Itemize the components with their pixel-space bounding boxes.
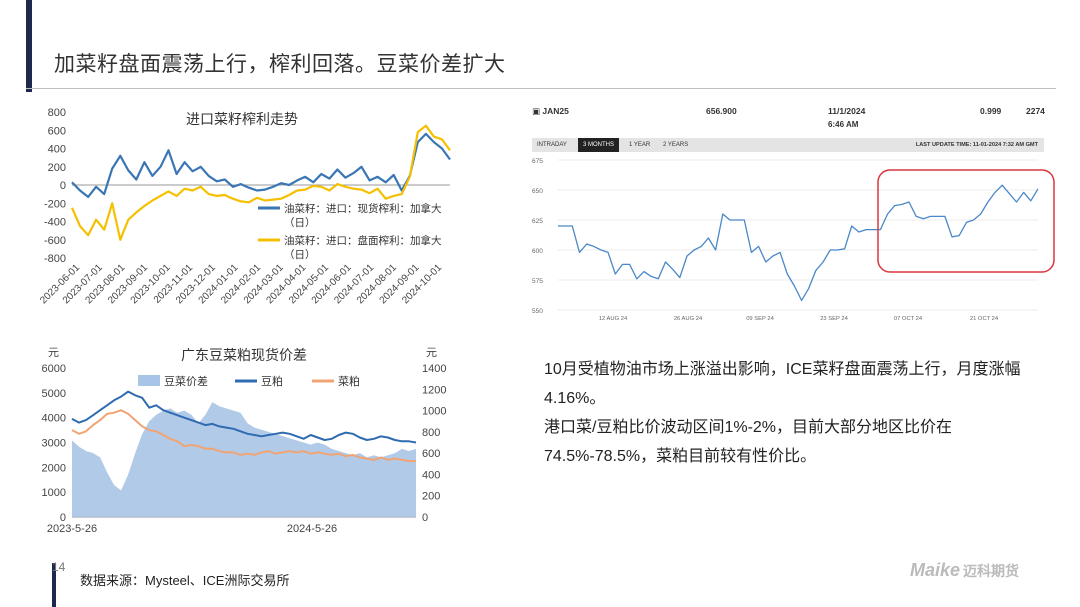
y-tick-label: -600: [44, 235, 66, 247]
x-tick-label: 09 SEP 24: [746, 316, 774, 322]
y-tick-label-left: 4000: [42, 413, 66, 425]
y-tick-label: 550: [532, 308, 543, 315]
highlight-box: [877, 169, 1055, 273]
tab-intraday[interactable]: INTRADAY: [532, 138, 572, 152]
legend-label-3: 菜粕: [338, 374, 360, 388]
y-tick-label-right: 1000: [422, 406, 446, 418]
legend-label-1-cont: （日）: [284, 217, 316, 229]
legend-label-1: 豆菜价差: [164, 374, 208, 388]
tab-2-years[interactable]: 2 YEARS: [658, 138, 693, 152]
ice-change: 0.999: [980, 106, 1002, 116]
legend-label-2: 豆粕: [261, 374, 283, 388]
price-line: [558, 184, 1039, 302]
title-divider: [26, 88, 1056, 89]
y-tick-label: 200: [48, 162, 66, 174]
meal-spread-chart: 元 元 广东豆菜粕现货价差 6000 5000 4000 3000 2000 1000 0 1400…: [42, 347, 447, 535]
logo-cn: 迈科期货: [963, 563, 1020, 579]
y-tick-label: 600: [532, 248, 543, 255]
y-tick-label: 650: [532, 188, 543, 195]
slide-title: 加菜籽盘面震荡上行，榨利回落。豆菜价差扩大: [54, 53, 506, 76]
y-tick-label-right: 1200: [422, 384, 446, 396]
crush-margin-chart: 进口菜籽榨利走势8006004002000-200-400-600-800202…: [38, 107, 451, 306]
x-tick-label: 07 OCT 24: [894, 316, 923, 322]
maike-logo: Maike 迈科期货: [910, 560, 1019, 581]
legend-label-2-cont: （日）: [284, 249, 316, 261]
ice-price-chart: 675 650 625 600 575 550 12 AUG 24 26 AUG 24 09 S…: [532, 158, 1055, 322]
chart-title: 广东豆菜粕现货价差: [181, 347, 307, 363]
page-number: 14: [52, 560, 66, 574]
logo-text: Maike: [910, 560, 961, 580]
y-tick-label-left: 2000: [42, 462, 66, 474]
y-tick-label: 0: [60, 180, 66, 192]
y-tick-label: 800: [48, 107, 66, 119]
y-tick-label: 575: [532, 278, 543, 285]
series-line-2: [70, 124, 451, 241]
y-tick-label-right: 400: [422, 469, 440, 481]
y-tick-label-left: 5000: [42, 388, 66, 400]
y-tick-label-right: 800: [422, 427, 440, 439]
commentary-paragraph-2: 港口菜/豆粕比价波动区间1%-2%，目前大部分地区比价在74.5%-78.5%，…: [544, 419, 953, 465]
ice-header: ▣ JAN25 656.900 11/1/2024 0.999 2274: [528, 100, 1048, 130]
ice-range-tabs: INTRADAY 3 MONTHS 1 YEAR 2 YEARS LAST UP…: [532, 138, 1044, 152]
x-tick-label: 2024-5-26: [287, 523, 337, 535]
commentary: 10月受植物油市场上涨溢出影响，ICE菜籽盘面震荡上行，月度涨幅4.16%。 港…: [544, 355, 1044, 471]
legend-label-1: 油菜籽：进口：现货榨利：加拿大: [284, 202, 442, 215]
commentary-paragraph-1: 10月受植物油市场上涨溢出影响，ICE菜籽盘面震荡上行，月度涨幅4.16%。: [544, 361, 1021, 407]
y-tick-label: -400: [44, 217, 66, 229]
x-tick-label: 21 OCT 24: [970, 316, 999, 322]
y-axis-unit-left: 元: [48, 347, 59, 359]
series-area-spread: [72, 402, 416, 517]
y-tick-label-right: 1400: [422, 363, 446, 375]
y-tick-label-left: 1000: [42, 487, 66, 499]
y-tick-label-right: 600: [422, 448, 440, 460]
ice-price: 656.900: [706, 106, 737, 116]
y-tick-label-right: 0: [422, 512, 428, 524]
tab-1-year[interactable]: 1 YEAR: [624, 138, 655, 152]
y-tick-label: 675: [532, 158, 543, 165]
x-tick-label: 23 SEP 24: [820, 316, 848, 322]
x-tick-label: 12 AUG 24: [599, 316, 628, 322]
y-tick-label-right: 200: [422, 491, 440, 503]
y-tick-label: 600: [48, 125, 66, 137]
accent-bar-top: [26, 0, 32, 92]
y-tick-label: -800: [44, 253, 66, 265]
y-tick-label-left: 3000: [42, 438, 66, 450]
series-line-1: [71, 132, 451, 198]
y-tick-label: 625: [532, 218, 543, 225]
ice-quote-panel: ▣ JAN25 656.900 11/1/2024 0.999 2274 6:4…: [528, 100, 1055, 322]
data-source: 数据来源：Mysteel、ICE洲际交易所: [80, 573, 290, 588]
tab-3-months[interactable]: 3 MONTHS: [578, 138, 620, 152]
chart-title: 进口菜籽榨利走势: [186, 111, 298, 127]
legend-label-2: 油菜籽：进口：盘面榨利：加拿大: [284, 234, 442, 247]
legend-swatch-spread: [138, 375, 160, 386]
ice-time: 6:46 AM: [828, 120, 859, 129]
ice-symbol: ▣ JAN25: [532, 106, 569, 116]
y-tick-label: -200: [44, 198, 66, 210]
x-tick-label: 26 AUG 24: [674, 316, 703, 322]
ice-volume: 2274: [1026, 106, 1045, 116]
ice-date: 11/1/2024: [828, 106, 866, 116]
y-axis-unit-right: 元: [426, 347, 437, 359]
x-tick-label: 2023-5-26: [47, 523, 97, 535]
y-tick-label: 400: [48, 144, 66, 156]
y-tick-label-left: 6000: [42, 363, 66, 375]
last-update-time: LAST UPDATE TIME: 11-01-2024 7:32 AM GMT: [915, 142, 1038, 148]
